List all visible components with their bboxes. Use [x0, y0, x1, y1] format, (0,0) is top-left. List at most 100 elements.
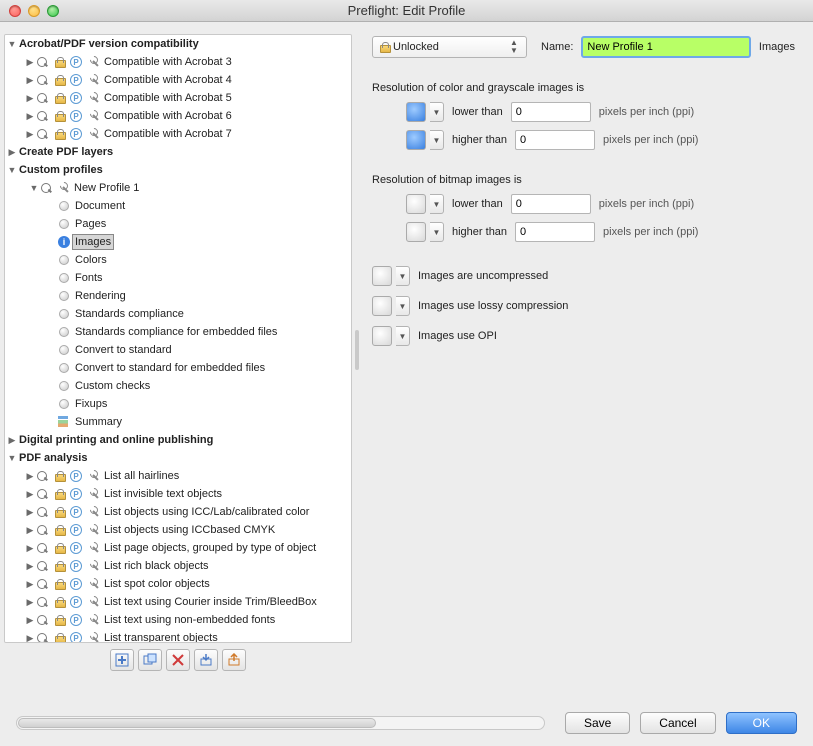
tree-item[interactable]: ▶PCompatible with Acrobat 5: [5, 89, 351, 107]
tree-item[interactable]: iImages: [5, 233, 351, 251]
tree-item[interactable]: ▶PCompatible with Acrobat 6: [5, 107, 351, 125]
chevron-down-icon[interactable]: ▼: [430, 130, 444, 150]
wrench-icon: [56, 181, 70, 195]
tree-item[interactable]: ▶PList spot color objects: [5, 575, 351, 593]
tree-item[interactable]: ▶PCompatible with Acrobat 3: [5, 53, 351, 71]
lossy-toggle[interactable]: [372, 296, 392, 316]
duplicate-button[interactable]: [138, 649, 162, 671]
lock-icon: [52, 613, 66, 627]
tree-item[interactable]: ▶PList objects using ICC/Lab/calibrated …: [5, 503, 351, 521]
info-icon: i: [57, 235, 71, 249]
chevron-down-icon[interactable]: ▼: [430, 102, 444, 122]
tree-item-new-profile[interactable]: ▼ New Profile 1: [5, 179, 351, 197]
tree-item[interactable]: ▶PList transparent objects: [5, 629, 351, 643]
profile-p-icon: P: [69, 523, 83, 537]
tree-item[interactable]: Fixups: [5, 395, 351, 413]
profile-p-icon: P: [69, 91, 83, 105]
opi-toggle[interactable]: [372, 326, 392, 346]
tree-item[interactable]: ▶PCompatible with Acrobat 4: [5, 71, 351, 89]
export-button[interactable]: [222, 649, 246, 671]
profile-p-icon: P: [69, 487, 83, 501]
tree-group-custom[interactable]: ▼Custom profiles: [5, 161, 351, 179]
color-lower-input[interactable]: [511, 102, 591, 122]
magnifier-icon: [35, 55, 49, 69]
cancel-button[interactable]: Cancel: [640, 712, 715, 734]
titlebar: Preflight: Edit Profile: [0, 0, 813, 22]
tree-item[interactable]: ▶PList all hairlines: [5, 467, 351, 485]
profile-p-icon: P: [69, 559, 83, 573]
magnifier-icon: [35, 487, 49, 501]
tree-item[interactable]: ▶PList page objects, grouped by type of …: [5, 539, 351, 557]
save-button[interactable]: Save: [565, 712, 630, 734]
wrench-icon: [86, 595, 100, 609]
wrench-icon: [86, 91, 100, 105]
ppi-unit: pixels per inch (ppi): [599, 198, 694, 210]
tree-item[interactable]: Convert to standard: [5, 341, 351, 359]
tree-item[interactable]: ▶PList rich black objects: [5, 557, 351, 575]
tree-item[interactable]: Rendering: [5, 287, 351, 305]
tree-item[interactable]: Custom checks: [5, 377, 351, 395]
magnifier-icon: [35, 109, 49, 123]
tree-group-analysis[interactable]: ▼PDF analysis: [5, 449, 351, 467]
tree-group-digital[interactable]: ▶Digital printing and online publishing: [5, 431, 351, 449]
tree-group-acrobat[interactable]: ▼Acrobat/PDF version compatibility: [5, 35, 351, 53]
chevron-down-icon[interactable]: ▼: [396, 326, 410, 346]
wrench-icon: [86, 127, 100, 141]
magnifier-icon: [35, 595, 49, 609]
lock-icon: [52, 577, 66, 591]
lock-icon: [52, 127, 66, 141]
chevron-down-icon[interactable]: ▼: [396, 296, 410, 316]
delete-button[interactable]: [166, 649, 190, 671]
uncompressed-toggle[interactable]: [372, 266, 392, 286]
ok-button[interactable]: OK: [726, 712, 797, 734]
lock-icon: [52, 487, 66, 501]
bitmap-higher-toggle[interactable]: [406, 222, 426, 242]
add-button[interactable]: [110, 649, 134, 671]
tree-item[interactable]: Colors: [5, 251, 351, 269]
tree-item[interactable]: Pages: [5, 215, 351, 233]
lock-dropdown[interactable]: Unlocked ▲▼: [372, 36, 527, 58]
tree-item[interactable]: ▶PList text using Courier inside Trim/Bl…: [5, 593, 351, 611]
tree-item[interactable]: ▶PList objects using ICCbased CMYK: [5, 521, 351, 539]
lock-icon: [52, 523, 66, 537]
bitmap-lower-input[interactable]: [511, 194, 591, 214]
chevron-down-icon[interactable]: ▼: [396, 266, 410, 286]
pane-divider[interactable]: [352, 22, 362, 677]
import-button[interactable]: [194, 649, 218, 671]
tree-item[interactable]: ▶PList invisible text objects: [5, 485, 351, 503]
horizontal-scrollbar[interactable]: [16, 716, 545, 730]
tree-item[interactable]: Fonts: [5, 269, 351, 287]
bullet-icon: [57, 253, 71, 267]
tree-item[interactable]: ▶PList text using non-embedded fonts: [5, 611, 351, 629]
wrench-icon: [86, 613, 100, 627]
profile-tree[interactable]: ▼Acrobat/PDF version compatibility ▶PCom…: [4, 34, 352, 643]
tree-item[interactable]: ▶PCompatible with Acrobat 7: [5, 125, 351, 143]
lock-icon: [52, 55, 66, 69]
lock-dropdown-label: Unlocked: [393, 41, 439, 53]
tree-item[interactable]: Document: [5, 197, 351, 215]
ppi-unit: pixels per inch (ppi): [603, 226, 698, 238]
color-higher-toggle[interactable]: [406, 130, 426, 150]
profile-p-icon: P: [69, 631, 83, 643]
name-label: Name:: [541, 41, 573, 53]
profile-name-input[interactable]: [581, 36, 751, 58]
bullet-icon: [57, 397, 71, 411]
bitmap-lower-toggle[interactable]: [406, 194, 426, 214]
lossy-label: Images use lossy compression: [418, 300, 568, 312]
chevron-down-icon[interactable]: ▼: [430, 194, 444, 214]
bitmap-higher-input[interactable]: [515, 222, 595, 242]
wrench-icon: [86, 523, 100, 537]
tree-item[interactable]: Convert to standard for embedded files: [5, 359, 351, 377]
tree-item[interactable]: Summary: [5, 413, 351, 431]
tree-group-create-layers[interactable]: ▶Create PDF layers: [5, 143, 351, 161]
color-higher-input[interactable]: [515, 130, 595, 150]
tree-item[interactable]: Standards compliance for embedded files: [5, 323, 351, 341]
summary-icon: [57, 415, 71, 429]
color-lower-toggle[interactable]: [406, 102, 426, 122]
lock-icon: [52, 505, 66, 519]
magnifier-icon: [35, 505, 49, 519]
tree-item[interactable]: Standards compliance: [5, 305, 351, 323]
chevron-down-icon[interactable]: ▼: [430, 222, 444, 242]
lock-icon: [52, 541, 66, 555]
magnifier-icon: [39, 181, 53, 195]
